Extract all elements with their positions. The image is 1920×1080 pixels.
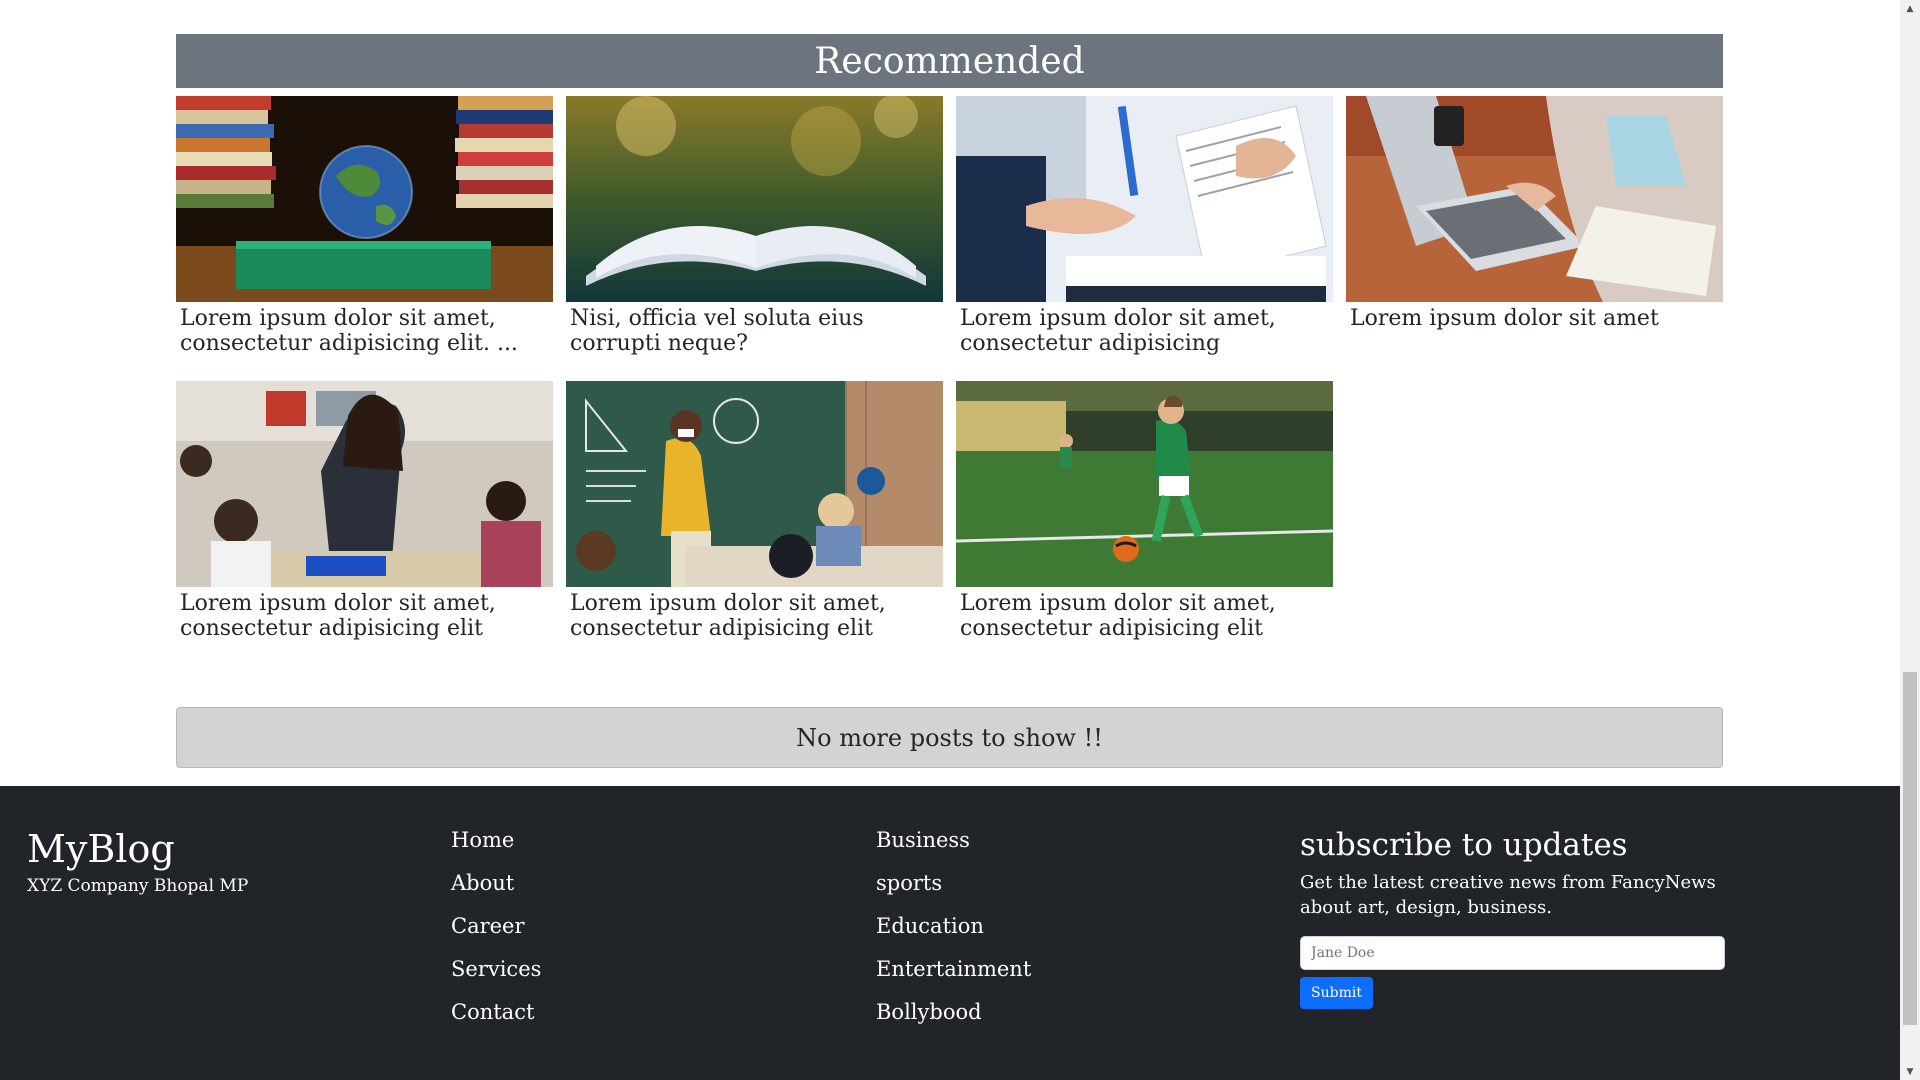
post-card[interactable]: Lorem ipsum dolor sit amet, consectetur … <box>956 381 1333 646</box>
footer-link-services[interactable]: Services <box>451 957 541 982</box>
post-image-education-globe[interactable] <box>176 96 553 302</box>
post-card[interactable]: Lorem ipsum dolor sit amet, consectetur … <box>566 381 943 646</box>
post-image-teacher-classroom[interactable] <box>176 381 553 587</box>
brand-title[interactable]: MyBlog <box>27 826 248 872</box>
post-title[interactable]: Lorem ipsum dolor sit amet, consectetur … <box>956 302 1333 356</box>
scroll-up-arrow-icon[interactable]: ▲ <box>1900 0 1920 17</box>
post-card[interactable]: Lorem ipsum dolor sit amet <box>1346 96 1723 361</box>
footer-link-career[interactable]: Career <box>451 914 541 939</box>
footer-brand: MyBlog XYZ Company Bhopal MP <box>27 826 248 896</box>
post-image-open-book[interactable] <box>566 96 943 302</box>
post-title[interactable]: Lorem ipsum dolor sit amet <box>1346 302 1723 331</box>
footer-link-sports[interactable]: sports <box>876 871 1031 896</box>
subscribe-section: subscribe to updates Get the latest crea… <box>1300 826 1725 1009</box>
recommended-heading: Recommended <box>176 34 1723 88</box>
post-card[interactable]: Nisi, officia vel soluta eius corrupti n… <box>566 96 943 361</box>
page: Recommended Lorem ipsum dolor sit amet, … <box>0 0 1900 1080</box>
post-image-business-documents[interactable] <box>956 96 1333 302</box>
subscribe-description: Get the latest creative news from FancyN… <box>1300 872 1716 918</box>
post-card[interactable]: Lorem ipsum dolor sit amet, consectetur … <box>956 96 1333 361</box>
page-scrollbar[interactable]: ▲ ▼ <box>1900 0 1920 1080</box>
post-title[interactable]: Nisi, officia vel soluta eius corrupti n… <box>566 302 943 356</box>
footer-link-about[interactable]: About <box>451 871 541 896</box>
footer: MyBlog XYZ Company Bhopal MP Home About … <box>0 786 1900 1080</box>
post-title[interactable]: Lorem ipsum dolor sit amet, consectetur … <box>176 587 553 641</box>
scroll-down-arrow-icon[interactable]: ▼ <box>1900 1063 1920 1080</box>
post-title[interactable]: Lorem ipsum dolor sit amet, consectetur … <box>176 302 553 356</box>
post-title[interactable]: Lorem ipsum dolor sit amet, consectetur … <box>566 587 943 641</box>
post-title[interactable]: Lorem ipsum dolor sit amet, consectetur … <box>956 587 1333 641</box>
subscribe-name-input[interactable] <box>1300 936 1725 970</box>
post-image-boy-soccer[interactable] <box>956 381 1333 587</box>
footer-link-home[interactable]: Home <box>451 828 541 853</box>
scrollbar-thumb[interactable] <box>1903 672 1917 1025</box>
footer-links-primary: Home About Career Services Contact <box>451 828 541 1043</box>
footer-links-categories: Business sports Education Entertainment … <box>876 828 1031 1043</box>
post-image-teacher-blackboard[interactable] <box>566 381 943 587</box>
footer-link-education[interactable]: Education <box>876 914 1031 939</box>
post-card[interactable]: Lorem ipsum dolor sit amet, consectetur … <box>176 96 553 361</box>
company-address: XYZ Company Bhopal MP <box>27 876 249 896</box>
footer-link-contact[interactable]: Contact <box>451 1000 541 1025</box>
footer-link-business[interactable]: Business <box>876 828 1031 853</box>
post-image-laptop[interactable] <box>1346 96 1723 302</box>
footer-link-entertainment[interactable]: Entertainment <box>876 957 1031 982</box>
no-more-posts-banner: No more posts to show !! <box>176 707 1723 768</box>
subscribe-title: subscribe to updates <box>1300 827 1628 863</box>
footer-link-bollywood[interactable]: Bollybood <box>876 1000 1031 1025</box>
subscribe-submit-button[interactable]: Submit <box>1300 977 1373 1009</box>
post-card[interactable]: Lorem ipsum dolor sit amet, consectetur … <box>176 381 553 646</box>
recommended-grid: Lorem ipsum dolor sit amet, consectetur … <box>176 96 1723 646</box>
